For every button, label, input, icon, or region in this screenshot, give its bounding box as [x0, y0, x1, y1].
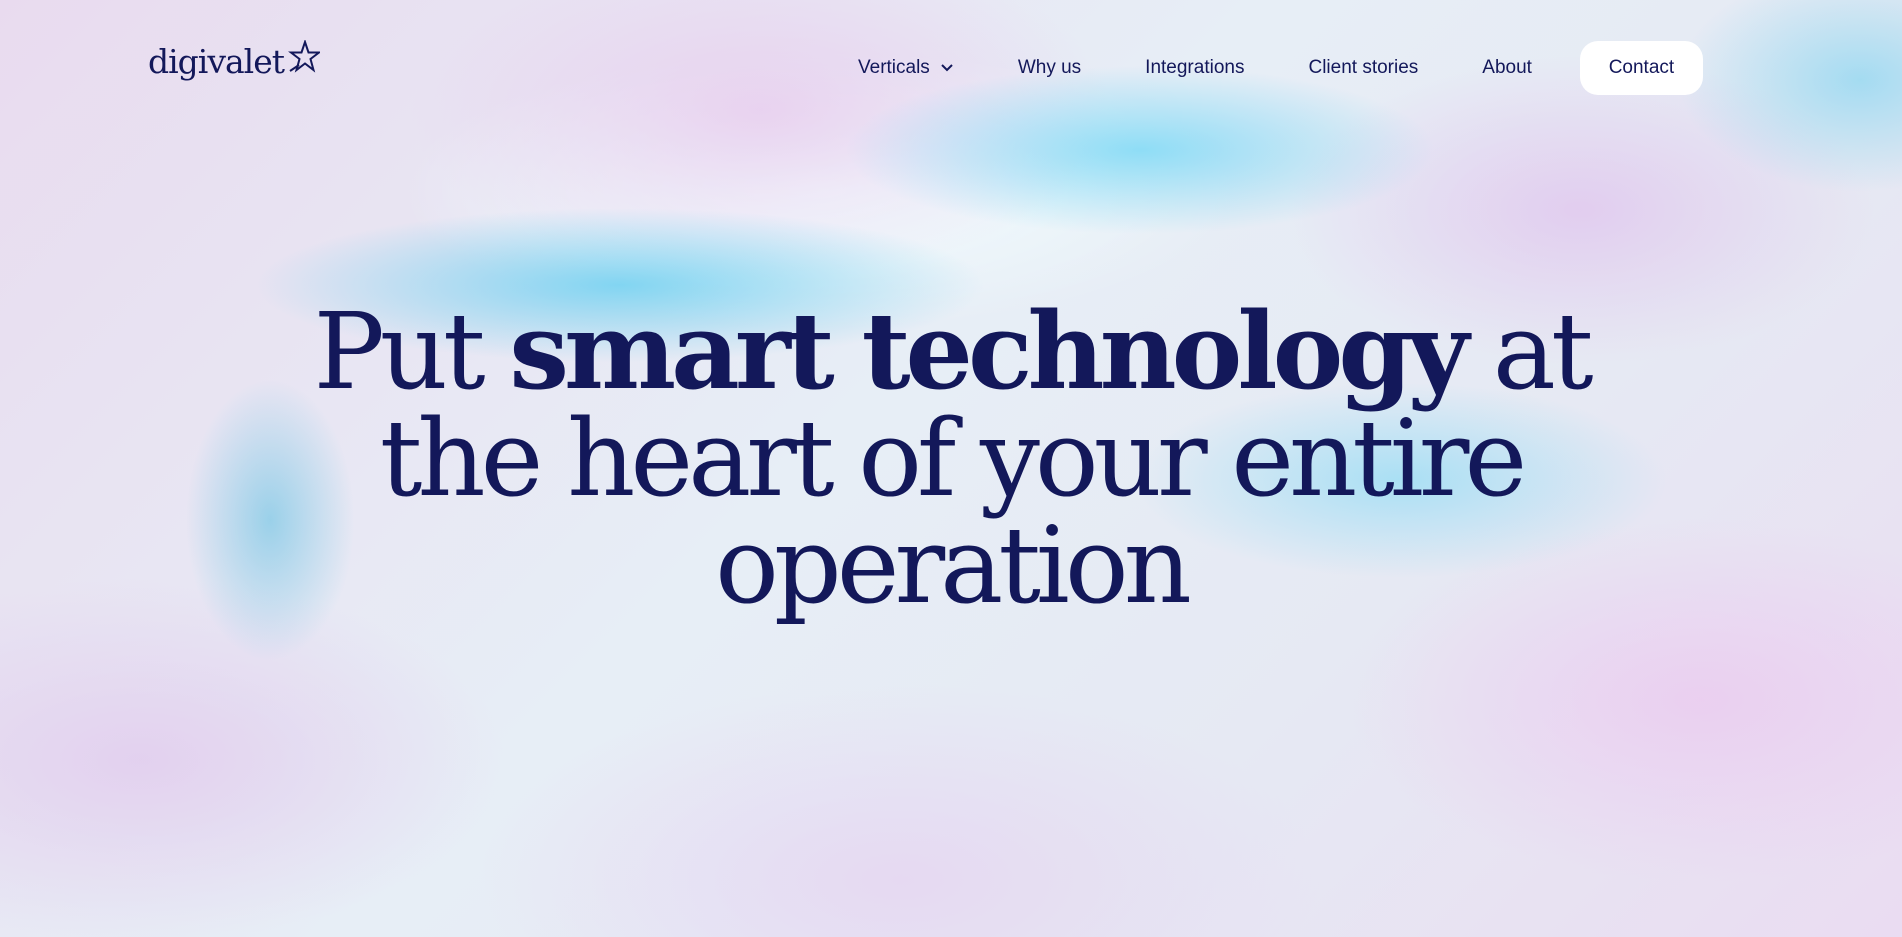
main-nav: Verticals Why us Integrations Client sto… [858, 41, 1703, 95]
hero-text-bold: smart technology [509, 288, 1469, 413]
star-icon [288, 39, 321, 73]
nav-item-why-us[interactable]: Why us [1018, 57, 1081, 79]
hero-text-part1: Put [313, 290, 510, 413]
nav-item-label: Integrations [1145, 57, 1245, 78]
chevron-down-icon [941, 64, 953, 72]
nav-item-label: Verticals [858, 57, 930, 78]
hero-text-line3: operation [715, 504, 1192, 627]
nav-item-integrations[interactable]: Integrations [1145, 57, 1244, 79]
nav-item-client-stories[interactable]: Client stories [1308, 57, 1418, 79]
digivalet-logo[interactable]: digivalet [148, 39, 321, 81]
logo-text: digivalet [148, 42, 285, 81]
nav-item-verticals[interactable]: Verticals [858, 57, 954, 79]
hero-headline: Put smart technology at the heart of you… [300, 297, 1602, 619]
nav-item-label: Why us [1017, 57, 1082, 78]
contact-button[interactable]: Contact [1579, 41, 1703, 95]
hero-text-part2: at [1464, 290, 1594, 413]
hero-text-line2: the heart of your entire [379, 397, 1527, 520]
nav-item-about[interactable]: About [1482, 57, 1532, 79]
nav-item-label: About [1482, 57, 1532, 78]
nav-item-label: Client stories [1308, 57, 1419, 78]
